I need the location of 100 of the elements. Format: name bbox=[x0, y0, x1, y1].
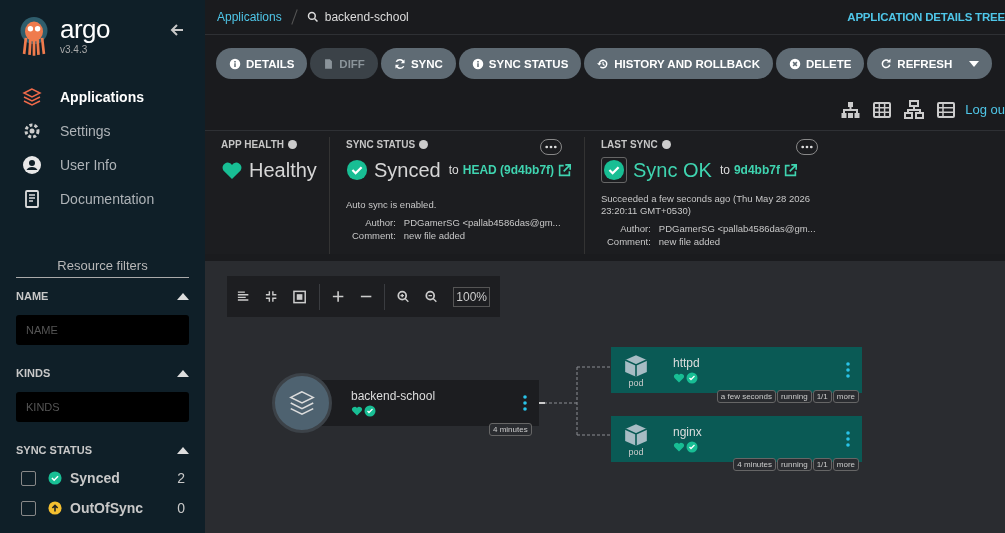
sync-note: Succeeded a few seconds ago (Thu May 28 2026 23:20:11 GMT+0530) bbox=[601, 193, 812, 217]
breadcrumb-link[interactable]: Applications bbox=[217, 10, 282, 24]
comment-value: new file added bbox=[403, 230, 467, 241]
toolbar-button[interactable]: DETAILS bbox=[216, 48, 308, 79]
user-icon bbox=[22, 155, 42, 175]
kind-label: pod bbox=[628, 378, 644, 388]
status-tag: 1/1 bbox=[812, 458, 832, 471]
search-icon bbox=[306, 11, 319, 23]
health-status: Healthy bbox=[249, 158, 317, 182]
filter-input[interactable]: KINDS bbox=[16, 392, 189, 422]
checkbox[interactable] bbox=[21, 470, 36, 486]
status-tag: 1/1 bbox=[812, 390, 832, 403]
network-view-icon[interactable] bbox=[904, 99, 925, 120]
plus-icon[interactable] bbox=[331, 290, 344, 303]
cube-icon bbox=[623, 352, 649, 379]
list-view-icon[interactable] bbox=[936, 99, 957, 120]
refresh-icon bbox=[880, 57, 893, 70]
pod-node[interactable]: pod httpd bbox=[611, 347, 862, 393]
node-name: nginx bbox=[673, 425, 703, 439]
grid-view-icon[interactable] bbox=[872, 99, 893, 120]
node-name: backend-school bbox=[351, 389, 437, 403]
filters-title: Resource filters bbox=[16, 258, 189, 278]
collapse-caret-icon[interactable] bbox=[177, 369, 189, 377]
more-icon bbox=[801, 145, 813, 149]
external-link-icon[interactable] bbox=[783, 163, 797, 177]
field-label: Comment: bbox=[351, 230, 396, 241]
field-label: Author: bbox=[619, 223, 651, 234]
help-icon bbox=[419, 139, 429, 149]
kebab-menu-icon[interactable] bbox=[846, 362, 850, 378]
health-icon bbox=[673, 372, 685, 384]
filter-heading: SYNC STATUS bbox=[16, 444, 92, 456]
nav-link[interactable]: Documentation bbox=[60, 191, 155, 207]
section-label: APP HEALTH bbox=[221, 138, 284, 150]
field-label: Author: bbox=[364, 217, 396, 228]
book-icon bbox=[22, 189, 42, 209]
toolbar-button[interactable]: REFRESH bbox=[867, 48, 993, 79]
fit-screen-icon[interactable] bbox=[293, 289, 307, 304]
filter-count: 0 bbox=[177, 500, 185, 516]
sync-note: Auto sync is enabled. bbox=[346, 199, 438, 211]
author-value: PDGamerSG <pallab4586das@gm... bbox=[403, 217, 562, 228]
nav-link[interactable]: Applications bbox=[60, 89, 144, 105]
checkbox[interactable] bbox=[21, 500, 36, 516]
filter-input[interactable]: NAME bbox=[16, 315, 189, 345]
section-label: SYNC STATUS bbox=[346, 138, 416, 150]
nav-link[interactable]: User Info bbox=[60, 157, 117, 173]
kebab-menu-icon[interactable] bbox=[523, 395, 527, 411]
status-badge bbox=[601, 157, 627, 183]
pod-node[interactable]: pod nginx bbox=[611, 416, 862, 462]
close-icon bbox=[789, 57, 801, 70]
nav-link[interactable]: Settings bbox=[60, 123, 111, 139]
toolbar-button[interactable]: HISTORY AND ROLLBACK bbox=[584, 48, 773, 79]
collapse-handle[interactable] bbox=[539, 402, 545, 404]
tree-view-icon[interactable] bbox=[840, 99, 861, 120]
cube-icon bbox=[623, 421, 649, 448]
toolbar-button[interactable]: SYNC STATUS bbox=[458, 48, 582, 79]
filter-heading: KINDS bbox=[16, 367, 51, 379]
history-icon bbox=[597, 57, 610, 70]
revision-link[interactable]: HEAD (9d4bb7f) bbox=[462, 163, 555, 177]
gear-icon bbox=[22, 121, 42, 141]
compress-icon[interactable] bbox=[265, 290, 278, 303]
filter-count: 2 bbox=[177, 470, 185, 486]
zoom-level: 100% bbox=[453, 286, 491, 307]
collapse-caret-icon[interactable] bbox=[177, 446, 189, 454]
health-icon bbox=[351, 405, 363, 417]
age-tag: 4 minutes bbox=[489, 423, 532, 436]
to-label: to bbox=[448, 163, 459, 177]
kebab-menu-icon[interactable] bbox=[846, 431, 850, 447]
kind-label: pod bbox=[628, 447, 644, 457]
status-tag: running bbox=[776, 390, 812, 403]
info-icon bbox=[471, 57, 484, 70]
zoom-in-icon[interactable] bbox=[396, 290, 410, 303]
toolbar-button[interactable]: DELETE bbox=[776, 48, 865, 79]
heart-icon bbox=[221, 160, 243, 180]
file-icon bbox=[323, 57, 335, 70]
status-tag: running bbox=[776, 458, 812, 471]
check-circle-icon bbox=[346, 159, 368, 181]
zoom-out-icon[interactable] bbox=[425, 290, 438, 303]
sync-status-value: Synced bbox=[374, 158, 441, 182]
status-tag: more bbox=[832, 458, 859, 471]
revision-link[interactable]: 9d4bb7f bbox=[733, 163, 780, 177]
filter-option-label: OutOfSync bbox=[70, 500, 144, 516]
logout-link[interactable]: Log ou bbox=[965, 102, 1005, 117]
arrow-up-circle-icon bbox=[48, 501, 62, 515]
view-title: APPLICATION DETAILS TREE bbox=[847, 11, 1005, 23]
toolbar-button[interactable]: SYNC bbox=[380, 48, 456, 79]
align-left-icon[interactable] bbox=[237, 290, 250, 303]
sync-icon bbox=[393, 57, 406, 70]
status-tag: 4 minutes bbox=[733, 458, 776, 471]
filter-option-label: Synced bbox=[70, 470, 120, 486]
section-label: LAST SYNC bbox=[601, 138, 658, 150]
more-icon bbox=[545, 145, 557, 149]
external-link-icon[interactable] bbox=[558, 163, 572, 177]
check-circle-icon bbox=[48, 471, 62, 485]
status-tag: more bbox=[832, 390, 859, 403]
status-tag: a few seconds bbox=[716, 390, 776, 403]
help-icon bbox=[661, 139, 671, 149]
version-label: v3.4.3 bbox=[60, 44, 89, 55]
field-label: Comment: bbox=[606, 236, 651, 247]
info-icon bbox=[229, 57, 241, 70]
collapse-caret-icon[interactable] bbox=[177, 292, 189, 300]
